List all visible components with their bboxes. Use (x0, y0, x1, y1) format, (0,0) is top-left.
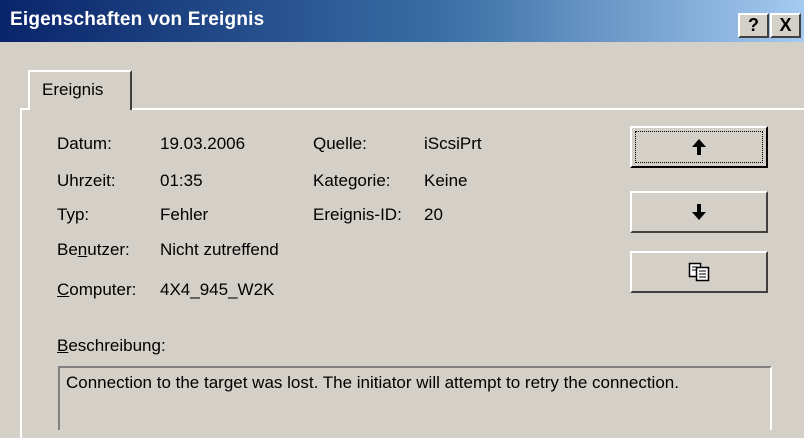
kategorie-value: Keine (424, 171, 468, 190)
window-title: Eigenschaften von Ereignis (10, 9, 265, 30)
computer-value: 4X4_945_W2K (160, 280, 275, 299)
copy-button[interactable] (630, 251, 768, 293)
beschreibung-label: Beschreibung: (57, 336, 166, 356)
description-text: Connection to the target was lost. The i… (66, 373, 679, 392)
ereignis-id-label: Ereignis-ID: (313, 205, 402, 224)
datum-label: Datum: (57, 134, 112, 153)
typ-label: Typ: (57, 205, 90, 224)
benutzer-label-pre: Be (57, 240, 78, 259)
computer-label: Computer: (57, 280, 136, 300)
beschreibung-label-accesskey: B (57, 336, 69, 355)
uhrzeit-label: Uhrzeit: (57, 171, 116, 190)
arrow-down-icon (692, 204, 706, 220)
uhrzeit-value: 01:35 (160, 171, 203, 190)
computer-label-post: omputer: (69, 280, 137, 299)
beschreibung-label-post: eschreibung: (68, 336, 166, 355)
quelle-label: Quelle: (313, 134, 367, 153)
benutzer-label-post: utzer: (87, 240, 130, 259)
previous-event-button[interactable] (630, 126, 768, 168)
close-button[interactable]: X (770, 13, 801, 38)
ereignis-id-value: 20 (424, 205, 443, 224)
benutzer-value: Nicht zutreffend (160, 240, 279, 259)
next-event-button[interactable] (630, 191, 768, 233)
title-bar[interactable]: Eigenschaften von Ereignis ? X (0, 0, 804, 42)
arrow-up-icon (692, 139, 706, 155)
help-button[interactable]: ? (738, 13, 769, 38)
benutzer-label: Benutzer: (57, 240, 130, 260)
tab-ereignis-label: Ereignis (42, 80, 104, 99)
copy-icon (688, 262, 710, 282)
typ-value: Fehler (160, 205, 209, 224)
event-properties-window: Eigenschaften von Ereignis ? X Ereignis … (0, 0, 804, 438)
kategorie-label: Kategorie: (313, 171, 391, 190)
datum-value: 19.03.2006 (160, 134, 246, 153)
description-textbox[interactable]: Connection to the target was lost. The i… (58, 366, 772, 430)
computer-label-accesskey: C (57, 280, 70, 299)
benutzer-label-accesskey: n (77, 240, 88, 259)
quelle-value: iScsiPrt (424, 134, 482, 153)
tab-ereignis[interactable]: Ereignis (28, 70, 132, 110)
